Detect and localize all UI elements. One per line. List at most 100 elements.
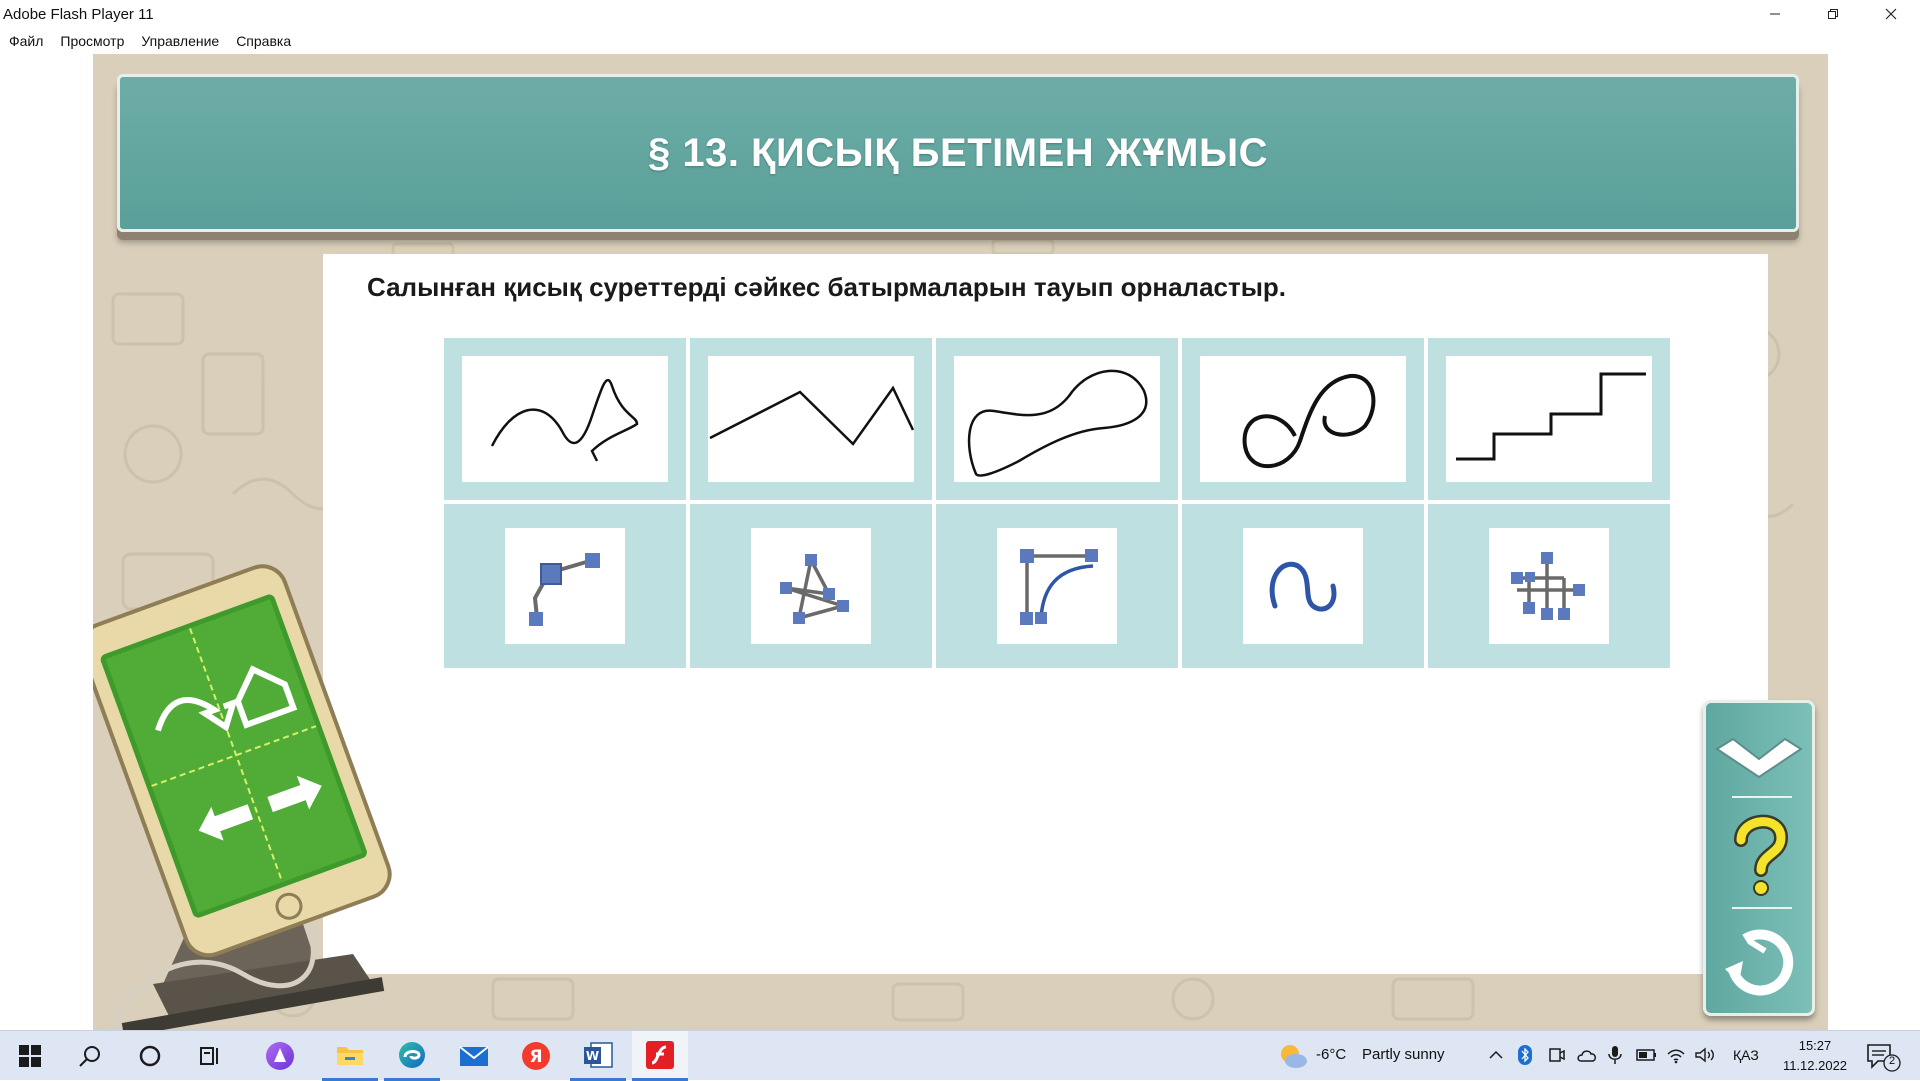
edge-icon	[399, 1041, 425, 1068]
flash-player-button[interactable]	[632, 1031, 688, 1081]
polyline-tool-icon	[529, 553, 600, 626]
curve-slot-3[interactable]	[936, 338, 1178, 500]
word-button[interactable]: W	[570, 1031, 626, 1081]
panel-separator	[1732, 907, 1792, 909]
restore-button[interactable]	[1804, 0, 1862, 28]
search-button[interactable]	[62, 1031, 118, 1081]
task-view-icon	[200, 1047, 218, 1065]
volume-icon[interactable]	[1694, 1046, 1716, 1064]
freeform-curve-image	[490, 378, 639, 462]
restore-icon	[1828, 9, 1838, 19]
star-points-tool-button[interactable]	[751, 528, 871, 644]
scribble-tool-button[interactable]	[1243, 528, 1363, 644]
lesson-title-banner: § 13. ҚИСЫҚ БЕТІМЕН ЖҰМЫС	[117, 74, 1799, 232]
svg-text:W: W	[586, 1049, 599, 1063]
close-icon	[1885, 8, 1897, 20]
file-explorer-icon	[337, 1046, 363, 1065]
edit-points-tool-button[interactable]	[1489, 528, 1609, 644]
clock-date: 11.12.2022	[1782, 1058, 1848, 1073]
language-indicator[interactable]: ҚАЗ	[1733, 1047, 1759, 1063]
restart-icon	[1725, 929, 1794, 996]
meet-now-icon[interactable]	[1548, 1046, 1566, 1064]
curve-slot-4[interactable]	[1182, 338, 1424, 500]
corner-curve-tool-icon	[1020, 549, 1098, 625]
star-points-tool-icon	[780, 554, 850, 624]
bluetooth-icon[interactable]	[1518, 1045, 1532, 1065]
notification-center-button[interactable]: 2	[1864, 1041, 1904, 1073]
curve-slot-1[interactable]	[444, 338, 686, 500]
tool-slot-2[interactable]	[690, 504, 932, 668]
close-button[interactable]	[1862, 0, 1920, 28]
exercise-area: Салынған қисық суреттерді сәйкес батырма…	[323, 254, 1768, 974]
svg-text:Я: Я	[529, 1047, 542, 1067]
polyline-tool-button[interactable]	[505, 528, 625, 644]
tool-slot-4[interactable]	[1182, 504, 1424, 668]
flash-icon	[646, 1040, 674, 1069]
yandex-icon: Я	[522, 1042, 550, 1070]
curve-card	[1446, 356, 1652, 482]
alice-icon	[266, 1042, 294, 1070]
corner-curve-tool-button[interactable]	[997, 528, 1117, 644]
help-icon	[1734, 814, 1789, 896]
chevron-up-icon[interactable]	[1488, 1047, 1504, 1063]
cortana-icon	[139, 1045, 161, 1067]
tool-slot-3[interactable]	[936, 504, 1178, 668]
cortana-button[interactable]	[122, 1031, 178, 1081]
zigzag-line-image	[709, 385, 915, 446]
mail-icon	[459, 1046, 489, 1066]
instruction-text: Салынған қисық суреттерді сәйкес батырма…	[367, 272, 1287, 302]
notification-count: 2	[1888, 1055, 1896, 1067]
scribble-tool-icon	[1269, 561, 1337, 612]
tool-slot-5[interactable]	[1428, 504, 1670, 668]
start-button[interactable]	[2, 1031, 58, 1081]
word-icon: W	[584, 1041, 613, 1068]
menu-help[interactable]: Справка	[236, 33, 291, 49]
menu-view[interactable]: Просмотр	[60, 33, 124, 49]
minimize-icon	[1770, 13, 1780, 15]
onedrive-icon[interactable]	[1576, 1047, 1598, 1063]
curve-slot-2[interactable]	[690, 338, 932, 500]
menu-control[interactable]: Управление	[141, 33, 219, 49]
mail-button[interactable]	[446, 1031, 502, 1081]
microphone-icon[interactable]	[1608, 1045, 1622, 1065]
closed-loop-curve-image	[967, 369, 1148, 477]
side-control-panel	[1703, 700, 1815, 1016]
check-icon	[1715, 737, 1803, 779]
window-title: Adobe Flash Player 11	[3, 5, 154, 23]
search-icon	[79, 1046, 100, 1067]
help-button[interactable]	[1706, 803, 1812, 903]
file-explorer-button[interactable]	[322, 1031, 378, 1081]
curve-slot-5[interactable]	[1428, 338, 1670, 500]
wifi-icon[interactable]	[1666, 1046, 1686, 1064]
battery-icon[interactable]	[1636, 1048, 1658, 1062]
weather-icon	[1281, 1045, 1307, 1068]
flash-stage: § 13. ҚИСЫҚ БЕТІМЕН ЖҰМЫС Салынған қисық…	[93, 54, 1828, 1030]
weather-temp[interactable]: -6°C	[1316, 1046, 1346, 1063]
alice-button[interactable]	[252, 1031, 308, 1081]
yandex-browser-button[interactable]: Я	[508, 1031, 564, 1081]
curve-card	[708, 356, 915, 482]
window-controls	[1746, 0, 1920, 28]
spiral-curve-image	[1242, 373, 1376, 469]
edit-points-tool-icon	[1511, 552, 1585, 620]
title-bar: Adobe Flash Player 11	[0, 0, 1920, 28]
minimize-button[interactable]	[1746, 0, 1804, 28]
curve-card	[1200, 356, 1406, 482]
taskbar: Я W -6°C Partly sunny ҚАЗ 15:27 11.12.20…	[0, 1030, 1920, 1081]
task-view-button[interactable]	[182, 1031, 238, 1081]
notification-icon	[1867, 1044, 1901, 1072]
curve-card	[462, 356, 668, 482]
menu-file[interactable]: Файл	[9, 33, 43, 49]
panel-separator	[1732, 796, 1792, 798]
restart-button[interactable]	[1706, 913, 1812, 1009]
weather-desc[interactable]: Partly sunny	[1362, 1046, 1445, 1063]
matching-grid	[444, 338, 1670, 668]
check-button[interactable]	[1706, 713, 1812, 789]
clock[interactable]: 15:27 11.12.2022	[1775, 1036, 1855, 1076]
edge-button[interactable]	[384, 1031, 440, 1081]
phone-illustration	[93, 564, 392, 1030]
clock-time: 15:27	[1798, 1038, 1832, 1053]
curve-card	[954, 356, 1160, 482]
start-icon	[19, 1045, 41, 1067]
tool-slot-1[interactable]	[444, 504, 686, 668]
